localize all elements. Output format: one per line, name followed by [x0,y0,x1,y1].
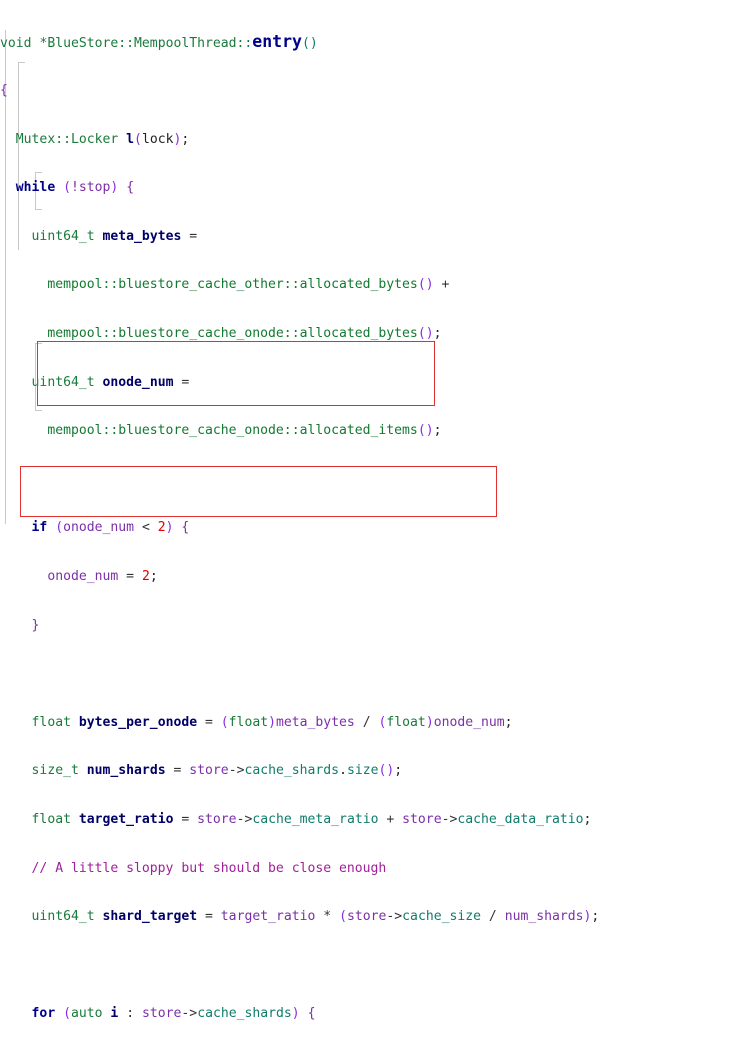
comment-sloppy: // A little sloppy but should be close e… [31,860,387,876]
code-line-if-onode: if (onode_num < 2) { [31,520,190,536]
token-if-onode-num: onode_num [63,520,135,536]
token-var-meta-bytes: meta_bytes [102,228,182,244]
token-onode-num-use: onode_num [433,714,505,730]
code-line-mutex-locker: Mutex::Locker l(lock); [15,131,190,147]
token-signature-parens: () [301,36,318,52]
code-line-num-shards: size_t num_shards = store->cache_shards.… [31,763,403,779]
token-var-onode-num: onode_num [102,374,174,390]
token-var-shard-target: shard_target [102,909,198,925]
token-keyword-if: if [31,520,48,536]
code-line-for: for (auto i : store->cache_shards) { [31,1006,316,1022]
token-type-uint64-2: uint64_t [31,374,95,390]
token-target-ratio-use: target_ratio [220,909,316,925]
token-cache-data-ratio-1: cache_data_ratio [457,811,584,827]
code-line-blank-2 [0,666,653,682]
token-keyword-while: while [15,180,56,196]
token-type-uint64: uint64_t [31,228,95,244]
token-locker-var: l [126,131,135,147]
token-var-target-ratio: target_ratio [78,811,174,827]
code-line-meta-bytes-decl: uint64_t meta_bytes = [31,228,198,244]
code-line-comment-sloppy: // A little sloppy but should be close e… [0,861,653,877]
token-method-entry: entry [252,32,302,52]
token-store-5: store [141,1006,182,1022]
code-editor-viewport[interactable]: void *BlueStore::MempoolThread::entry() … [0,0,732,1021]
token-brace-open: { [0,83,8,98]
token-store-1: store [189,763,229,779]
token-number-two: 2 [157,520,166,536]
token-cache-shards-1: cache_shards [244,763,340,779]
code-line-onode-num-decl: uint64_t onode_num = [31,374,190,390]
token-mutex-locker-type: Mutex::Locker [15,131,119,147]
token-keyword-for: for [31,1006,56,1022]
token-var-i: i [110,1006,119,1022]
code-line-while: while (!stop) { [15,180,135,196]
token-number-two-2: 2 [141,568,150,584]
code-line-signature: void *BlueStore::MempoolThread::entry() [0,32,653,52]
token-mempool-onode-items: mempool::bluestore_cache_onode::allocate… [47,423,418,439]
code-line-open-brace: { [0,83,653,99]
token-num-shards-use: num_shards [504,909,584,925]
code-line-bytes-per-onode: float bytes_per_onode = (float)meta_byte… [31,714,513,730]
token-store-2: store [197,811,237,827]
code-line-mempool-onode-items: mempool::bluestore_cache_onode::allocate… [47,423,442,439]
token-cache-shards-2: cache_shards [197,1006,292,1022]
token-type-float: float [31,714,71,730]
token-store-4: store [346,909,387,925]
token-var-bytes-per-onode: bytes_per_onode [78,714,198,730]
code-line-onode-assign: onode_num = 2; [47,568,158,584]
token-keyword-auto: auto [70,1006,103,1022]
token-cast-float-1: float [228,714,269,730]
source-code-block[interactable]: void *BlueStore::MempoolThread::entry() … [0,2,653,1048]
code-line-blank-3 [0,958,653,974]
code-line-mempool-onode-bytes: mempool::bluestore_cache_onode::allocate… [47,325,442,341]
token-qualified-class: BlueStore::MempoolThread:: [47,36,253,52]
token-meta-bytes-use: meta_bytes [275,714,355,730]
code-line-mempool-other-bytes: mempool::bluestore_cache_other::allocate… [47,277,450,293]
token-store-3: store [402,811,442,827]
token-assign-onode-num: onode_num [47,568,119,584]
token-mempool-other-bytes: mempool::bluestore_cache_other::allocate… [47,277,418,293]
token-return-type: void [0,36,32,52]
code-line-target-ratio: float target_ratio = store->cache_meta_r… [31,811,592,827]
token-cast-float-2: float [386,714,426,730]
token-cache-meta-ratio-1: cache_meta_ratio [252,811,379,827]
code-line-if-close: } [0,618,653,634]
token-not-stop: !stop [70,180,111,196]
token-mempool-onode-bytes: mempool::bluestore_cache_onode::allocate… [47,325,418,341]
token-less-than: < [141,520,150,536]
token-type-float-2: float [31,811,71,827]
token-var-num-shards: num_shards [86,763,166,779]
token-lock-arg: lock [141,131,174,147]
token-type-size-t: size_t [31,763,79,779]
token-size-call: size [346,763,379,779]
code-line-shard-target: uint64_t shard_target = target_ratio * (… [31,909,600,925]
code-line-blank-1 [0,472,653,488]
token-cache-size: cache_size [402,909,482,925]
token-type-uint64-3: uint64_t [31,909,95,925]
token-brace-close-if: } [31,617,40,633]
